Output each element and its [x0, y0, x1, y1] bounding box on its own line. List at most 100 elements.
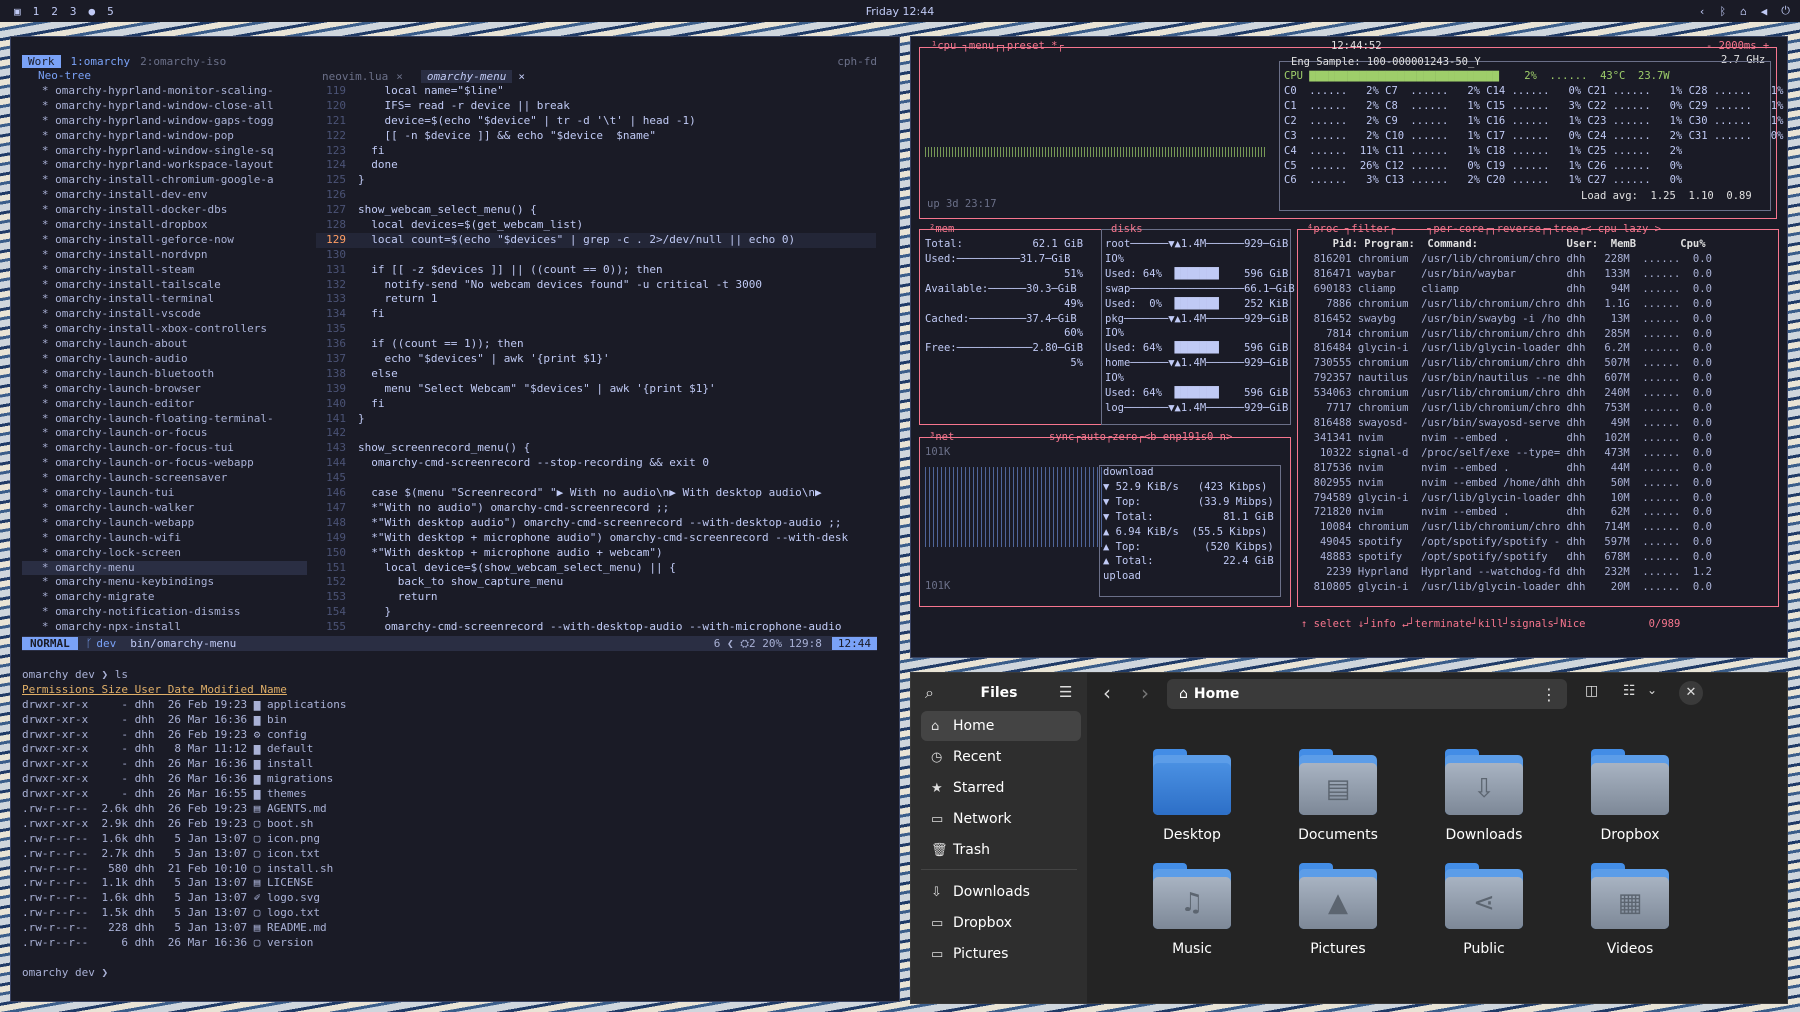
code-line[interactable]: 147 *"With no audio") omarchy-cmd-screen…: [316, 501, 876, 516]
process-row[interactable]: 690183 cliamp cliamp dhh 94M ...... 0.0: [1301, 282, 1712, 297]
folder-public[interactable]: ⋖ Public: [1409, 863, 1559, 973]
process-row[interactable]: 49045 spotify /opt/spotify/spotify - dhh…: [1301, 535, 1712, 550]
view-list-icon[interactable]: ☷: [1623, 683, 1636, 699]
code-line[interactable]: 134 fi: [316, 307, 876, 322]
tree-item[interactable]: * omarchy-launch-walker: [22, 501, 307, 516]
process-row[interactable]: 810805 glycin-i /usr/lib/glycin-loader d…: [1301, 580, 1712, 595]
tree-item[interactable]: * omarchy-hyprland-workspace-layout: [22, 158, 307, 173]
network-icon[interactable]: ⌂: [1740, 5, 1747, 18]
process-row[interactable]: 792357 nautilus /usr/bin/nautilus --ne d…: [1301, 371, 1712, 386]
process-row[interactable]: 794589 glycin-i /usr/lib/glycin-loader d…: [1301, 491, 1712, 506]
tree-item[interactable]: * omarchy-install-tailscale: [22, 278, 307, 293]
tree-item[interactable]: * omarchy-install-chromium-google-a: [22, 173, 307, 188]
tree-item[interactable]: * omarchy-launch-or-focus-webapp: [22, 456, 307, 471]
code-line[interactable]: 150 *"With desktop + microphone audio + …: [316, 546, 876, 561]
workspace-3[interactable]: 3: [70, 5, 77, 18]
btop-window[interactable]: ¹cpu ┐menu┌┐preset *┌ 12:44:52 - 2000ms …: [910, 36, 1788, 658]
update-interval[interactable]: - 2000ms +: [1706, 39, 1769, 54]
tree-item[interactable]: * omarchy-launch-bluetooth: [22, 367, 307, 382]
code-line[interactable]: 141}: [316, 412, 876, 427]
code-line[interactable]: 146 case $(menu "Screenrecord" "▶ With n…: [316, 486, 876, 501]
tree-item[interactable]: * omarchy-lock-screen: [22, 546, 307, 561]
power-icon[interactable]: ⏻: [1781, 4, 1790, 18]
folder-dropbox[interactable]: Dropbox: [1555, 749, 1705, 859]
process-row[interactable]: 816471 waybar /usr/bin/waybar dhh 133M .…: [1301, 267, 1712, 282]
workspace-5[interactable]: 5: [107, 5, 114, 18]
process-row[interactable]: 10084 chromium /usr/lib/chromium/chro dh…: [1301, 520, 1712, 535]
process-row[interactable]: 721820 nvim nvim --embed . dhh 62M .....…: [1301, 505, 1712, 520]
code-line[interactable]: 142: [316, 426, 876, 441]
code-editor[interactable]: 119 local name="$line" 120 IFS= read -r d…: [316, 84, 876, 635]
process-row[interactable]: 10322 signal-d /proc/self/exe --type= dh…: [1301, 446, 1712, 461]
process-row[interactable]: 341341 nvim nvim --embed . dhh 102M ....…: [1301, 431, 1712, 446]
buffer-tab-neovim[interactable]: neovim.lua: [322, 70, 388, 83]
code-line[interactable]: 128 local devices=$(get_webcam_list): [316, 218, 876, 233]
code-line[interactable]: 148 *"With desktop audio") omarchy-cmd-s…: [316, 516, 876, 531]
process-row[interactable]: 48883 spotify /opt/spotify/spotify dhh 6…: [1301, 550, 1712, 565]
code-line[interactable]: 120 IFS= read -r device || break: [316, 99, 876, 114]
proc-footer[interactable]: ↑ select ↓┘info ↵┘terminate┘kill┘signals…: [1301, 617, 1680, 632]
tree-item[interactable]: * omarchy-menu-keybindings: [22, 575, 307, 590]
workspace-1[interactable]: 1: [33, 5, 40, 18]
cpu-box-title[interactable]: ¹cpu ┐menu┌┐preset *┌: [931, 39, 1064, 54]
tree-item[interactable]: * omarchy-notification-dismiss: [22, 605, 307, 620]
code-line[interactable]: 119 local name="$line": [316, 84, 876, 99]
process-row[interactable]: 7814 chromium /usr/lib/chromium/chro dhh…: [1301, 327, 1712, 342]
back-icon[interactable]: ‹: [1103, 681, 1111, 705]
tree-item[interactable]: * omarchy-launch-tui: [22, 486, 307, 501]
tree-item[interactable]: * omarchy-npx-install: [22, 620, 307, 635]
code-line[interactable]: 125}: [316, 173, 876, 188]
location-bar[interactable]: ⌂ Home ⋮: [1167, 679, 1567, 709]
sidebar-item-starred[interactable]: ★ Starred: [921, 773, 1081, 803]
tree-item[interactable]: * omarchy-migrate: [22, 590, 307, 605]
tmux-tab-2[interactable]: 2:omarchy-iso: [140, 55, 226, 68]
forward-icon[interactable]: ›: [1141, 681, 1149, 705]
process-row[interactable]: 2239 Hyprland Hyprland --watchdog-fd dhh…: [1301, 565, 1712, 580]
tree-item[interactable]: * omarchy-install-nordvpn: [22, 248, 307, 263]
code-line[interactable]: 140 fi: [316, 397, 876, 412]
code-line[interactable]: 122 [[ -n $device ]] && echo "$device $n…: [316, 129, 876, 144]
tree-item[interactable]: * omarchy-launch-or-focus: [22, 426, 307, 441]
folder-documents[interactable]: ▤ Documents: [1263, 749, 1413, 859]
sidebar-item-dropbox[interactable]: ▭ Dropbox: [921, 908, 1081, 938]
process-row[interactable]: 816484 glycin-i /usr/lib/glycin-loader d…: [1301, 341, 1712, 356]
net-options[interactable]: sync┌auto┌zero┌<b enp191s0 n>: [1049, 430, 1232, 445]
process-row[interactable]: 817536 nvim nvim --embed . dhh 44M .....…: [1301, 461, 1712, 476]
tree-item[interactable]: * omarchy-launch-webapp: [22, 516, 307, 531]
process-list[interactable]: 816201 chromium /usr/lib/chromium/chro d…: [1301, 252, 1712, 595]
code-line[interactable]: 152 back_to show_capture_menu: [316, 575, 876, 590]
process-row[interactable]: 7886 chromium /usr/lib/chromium/chro dhh…: [1301, 297, 1712, 312]
tree-item[interactable]: * omarchy-launch-audio: [22, 352, 307, 367]
close-button[interactable]: ✕: [1679, 681, 1703, 705]
files-window[interactable]: ⌕ Files ☰ ⌂ Home ◷ Recent ★ Starred ▭ Network 🗑 T…: [910, 672, 1788, 1004]
tree-item[interactable]: * omarchy-hyprland-window-single-sq: [22, 144, 307, 159]
sidebar-item-downloads[interactable]: ⇩ Downloads: [921, 877, 1081, 907]
code-line[interactable]: 131 if [[ -z $devices ]] || ((count == 0…: [316, 263, 876, 278]
more-options-icon[interactable]: ⋮: [1541, 685, 1557, 704]
app-grid-icon[interactable]: ▣: [14, 5, 21, 18]
code-line[interactable]: 126: [316, 188, 876, 203]
folder-pictures[interactable]: ▲ Pictures: [1263, 863, 1413, 973]
tree-item[interactable]: * omarchy-launch-or-focus-tui: [22, 441, 307, 456]
code-line[interactable]: 153 return: [316, 590, 876, 605]
code-line[interactable]: 129 local count=$(echo "$devices" | grep…: [316, 232, 876, 248]
code-line[interactable]: 127 show_webcam_select_menu() {: [316, 203, 876, 218]
tree-item[interactable]: * omarchy-launch-editor: [22, 397, 307, 412]
clock[interactable]: Friday 12:44: [0, 5, 1800, 18]
process-row[interactable]: 730555 chromium /usr/lib/chromium/chro d…: [1301, 356, 1712, 371]
sidebar-item-network[interactable]: ▭ Network: [921, 804, 1081, 834]
folder-desktop[interactable]: Desktop: [1117, 749, 1267, 859]
chevron-left-icon[interactable]: ‹: [1699, 5, 1706, 18]
code-line[interactable]: 139 menu "Select Webcam" "$devices" | aw…: [316, 382, 876, 397]
code-line[interactable]: 133 return 1: [316, 292, 876, 307]
close-icon[interactable]: ×: [396, 70, 403, 83]
code-line[interactable]: 124 done: [316, 158, 876, 173]
tree-item[interactable]: * omarchy-launch-screensaver: [22, 471, 307, 486]
tree-item[interactable]: * omarchy-launch-browser: [22, 382, 307, 397]
menu-icon[interactable]: ☰: [1059, 683, 1072, 701]
buffer-tab-omarchy-menu[interactable]: omarchy-menu: [420, 69, 513, 83]
close-icon[interactable]: ×: [518, 70, 525, 83]
code-line[interactable]: 130: [316, 248, 876, 263]
workspace-2[interactable]: 2: [51, 5, 58, 18]
tree-item[interactable]: * omarchy-install-terminal: [22, 292, 307, 307]
